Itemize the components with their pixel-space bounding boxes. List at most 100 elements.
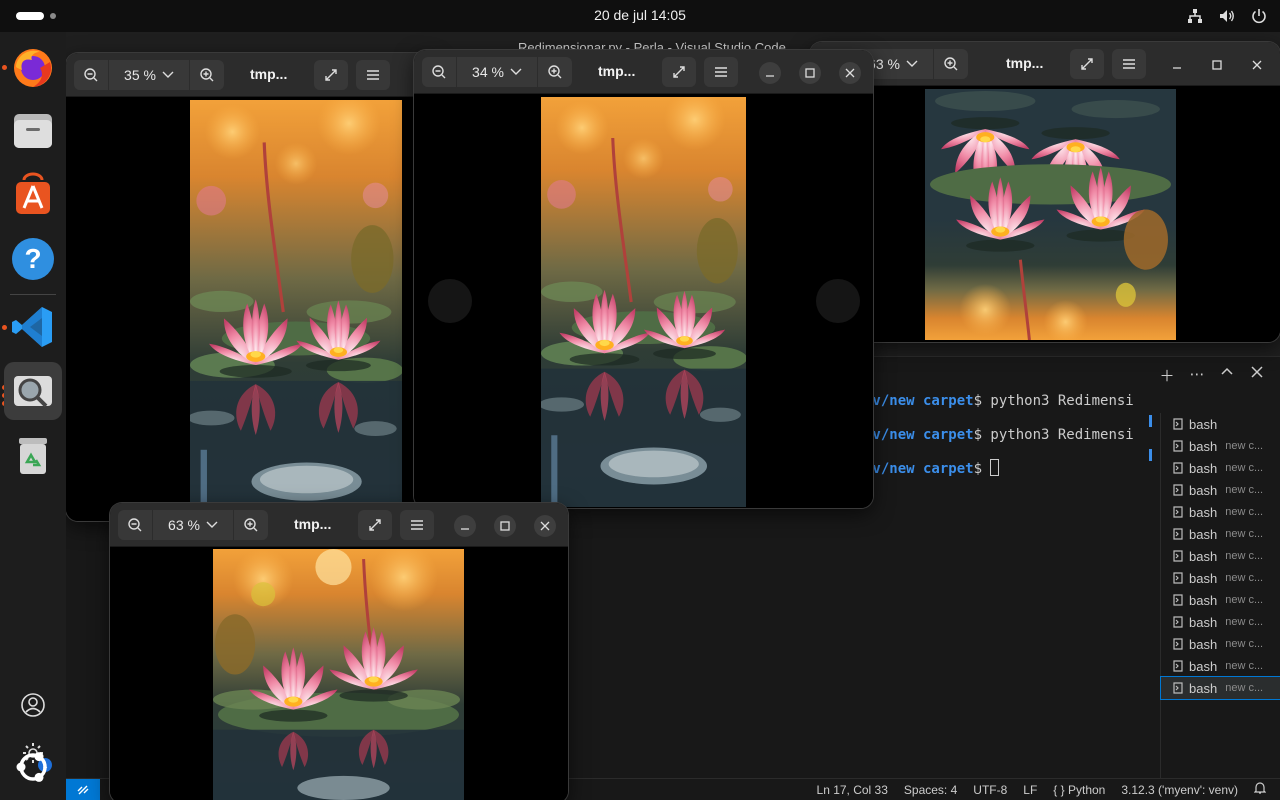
maximize-icon: [500, 521, 510, 531]
image-viewer-window[interactable]: 34 % tmp...: [414, 50, 873, 508]
terminal-instance-item[interactable]: bash new c...: [1161, 545, 1280, 567]
language-mode[interactable]: { } Python: [1053, 783, 1105, 797]
trash-launcher[interactable]: [4, 426, 62, 484]
hamburger-menu-icon: [411, 520, 423, 530]
show-apps-button[interactable]: [12, 746, 54, 788]
end-of-line[interactable]: LF: [1023, 783, 1037, 797]
terminal-bash-icon: [1173, 506, 1183, 518]
main-menu-button[interactable]: [400, 510, 434, 540]
terminal-instance-item[interactable]: bash new c...: [1161, 611, 1280, 633]
minimize-button[interactable]: [759, 62, 781, 84]
terminal-instance-item[interactable]: bash new c...: [1161, 655, 1280, 677]
lotus-image: [213, 549, 464, 800]
zoom-level-dropdown[interactable]: 63 %: [152, 510, 234, 540]
new-terminal-icon[interactable]: ＋: [1158, 365, 1176, 386]
workspace-indicator[interactable]: [50, 13, 56, 19]
fullscreen-button[interactable]: [314, 60, 348, 90]
encoding[interactable]: UTF-8: [973, 783, 1007, 797]
zoom-in-button[interactable]: [234, 510, 268, 540]
image-viewer-window[interactable]: 35 % tmp...: [66, 53, 436, 521]
image-canvas[interactable]: [66, 98, 436, 521]
terminal-instance-item[interactable]: bash new c...: [1161, 479, 1280, 501]
next-image-button[interactable]: [816, 279, 860, 323]
zoom-in-button[interactable]: [190, 60, 224, 90]
terminal-instance-item[interactable]: bash new c...: [1161, 633, 1280, 655]
chevron-down-icon: [906, 60, 918, 67]
terminal-bash-icon: [1173, 594, 1183, 606]
image-viewer-launcher[interactable]: [4, 362, 62, 420]
notifications-bell-icon[interactable]: [1253, 782, 1267, 798]
image-canvas[interactable]: [414, 95, 873, 508]
files-launcher[interactable]: [4, 102, 62, 160]
image-canvas[interactable]: [810, 87, 1280, 342]
close-button[interactable]: [534, 515, 556, 537]
help-launcher[interactable]: ?: [4, 230, 62, 288]
close-panel-icon[interactable]: [1248, 365, 1266, 386]
zoom-out-button[interactable]: [118, 510, 152, 540]
previous-image-button[interactable]: [428, 279, 472, 323]
maximize-button[interactable]: [1206, 54, 1228, 76]
indentation[interactable]: Spaces: 4: [904, 783, 957, 797]
zoom-in-button[interactable]: [538, 57, 572, 87]
fullscreen-button[interactable]: [1070, 49, 1104, 79]
close-button[interactable]: [839, 62, 861, 84]
terminal-bash-icon: [1173, 682, 1183, 694]
python-interpreter[interactable]: 3.12.3 ('myenv': venv): [1121, 783, 1238, 797]
maximize-button[interactable]: [494, 515, 516, 537]
main-menu-button[interactable]: [704, 57, 738, 87]
fullscreen-button[interactable]: [662, 57, 696, 87]
zoom-in-button[interactable]: [934, 49, 968, 79]
firefox-launcher[interactable]: [4, 38, 62, 96]
activities-button[interactable]: [16, 12, 44, 20]
close-button[interactable]: [1246, 54, 1268, 76]
terminal-line: nv/new carpet$ python3 Redimensi: [864, 393, 1134, 409]
top-bar: 20 de jul 14:05: [0, 0, 1280, 32]
main-menu-button[interactable]: [356, 60, 390, 90]
clock[interactable]: 20 de jul 14:05: [594, 7, 686, 23]
cursor-position[interactable]: Ln 17, Col 33: [817, 783, 888, 797]
zoom-out-button[interactable]: [74, 60, 108, 90]
system-tray[interactable]: [1186, 7, 1268, 25]
terminal-instance-item[interactable]: bash new c...: [1161, 523, 1280, 545]
maximize-panel-icon[interactable]: [1218, 365, 1236, 386]
terminal-instance-item[interactable]: bash new c...: [1161, 435, 1280, 457]
zoom-level-dropdown[interactable]: 34 %: [456, 57, 538, 87]
image-canvas[interactable]: [110, 548, 568, 800]
volume-icon[interactable]: [1218, 7, 1236, 25]
remote-indicator-button[interactable]: [66, 779, 100, 800]
terminal-instance-name: bash: [1189, 416, 1218, 432]
minimize-button[interactable]: [1166, 54, 1188, 76]
terminal-bash-icon: [1173, 660, 1183, 672]
app-center-launcher[interactable]: [4, 166, 62, 224]
terminal-instance-item[interactable]: bash new c...: [1161, 589, 1280, 611]
terminal-instance-item[interactable]: bash: [1161, 413, 1280, 435]
terminal-bash-icon: [1173, 550, 1183, 562]
maximize-button[interactable]: [799, 62, 821, 84]
window-title: tmp...: [250, 66, 288, 82]
minimize-icon: [766, 75, 774, 77]
power-icon[interactable]: [1250, 7, 1268, 25]
terminal-instance-name: bash: [1189, 460, 1218, 476]
fullscreen-icon: [369, 519, 381, 531]
main-menu-button[interactable]: [1112, 49, 1146, 79]
more-actions-icon[interactable]: ⋯: [1188, 365, 1206, 386]
terminal-output[interactable]: nv/new carpet$ python3 Redimensi nv/new …: [864, 391, 1134, 493]
terminal-instance-item[interactable]: bash new c...: [1161, 457, 1280, 479]
account-launcher[interactable]: [18, 690, 48, 720]
network-icon[interactable]: [1186, 7, 1204, 25]
terminal-line: nv/new carpet$: [864, 459, 1134, 493]
fullscreen-icon: [1081, 58, 1093, 70]
terminal-instance-list[interactable]: bash bash new c... bash new c... bash new c...…: [1160, 413, 1280, 779]
terminal-instance-item[interactable]: bash new c...: [1161, 501, 1280, 523]
terminal-instance-item[interactable]: bash new c...: [1161, 567, 1280, 589]
minimize-button[interactable]: [454, 515, 476, 537]
terminal-instance-item[interactable]: bash new c...: [1160, 676, 1280, 700]
image-viewer-window[interactable]: 63 % tmp...: [110, 503, 568, 800]
zoom-out-button[interactable]: [422, 57, 456, 87]
image-viewer-window[interactable]: 63 % tmp...: [810, 42, 1280, 342]
vscode-launcher[interactable]: [4, 298, 62, 356]
zoom-level-dropdown[interactable]: 35 %: [108, 60, 190, 90]
fullscreen-icon: [325, 69, 337, 81]
fullscreen-button[interactable]: [358, 510, 392, 540]
maximize-icon: [1212, 60, 1222, 70]
